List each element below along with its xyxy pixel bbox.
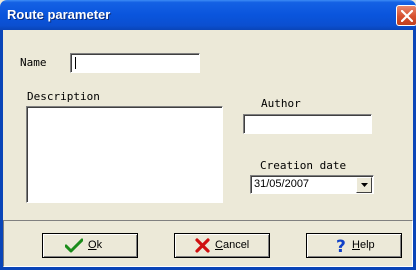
- chevron-down-icon: [361, 183, 368, 187]
- title-bar[interactable]: Route parameter: [0, 0, 416, 30]
- red-x-icon: [195, 238, 210, 253]
- ok-button[interactable]: Ok: [42, 233, 138, 258]
- help-label: Help: [352, 239, 375, 251]
- ok-label: Ok: [88, 239, 103, 251]
- description-label: Description: [27, 90, 100, 103]
- help-button[interactable]: ? Help: [306, 233, 402, 258]
- description-textarea[interactable]: [26, 106, 223, 203]
- creation-date-value: 31/05/2007: [254, 178, 310, 190]
- button-panel: Ok Cancel ? Help: [3, 220, 413, 267]
- name-input[interactable]: [70, 53, 200, 73]
- text-caret: [75, 57, 76, 69]
- green-checkmark-icon: [65, 238, 83, 253]
- blue-question-mark-icon: ?: [336, 237, 346, 253]
- dialog-body: Name Description Author Creation date 31…: [3, 30, 413, 267]
- route-parameter-dialog: Route parameter Name Description Author …: [0, 0, 416, 270]
- creation-date-label: Creation date: [260, 159, 347, 172]
- name-label: Name: [20, 56, 47, 69]
- cancel-button[interactable]: Cancel: [174, 233, 270, 258]
- close-icon: [401, 10, 413, 22]
- author-input[interactable]: [243, 114, 372, 134]
- close-button[interactable]: [396, 5, 416, 26]
- cancel-label: Cancel: [215, 239, 250, 251]
- dropdown-button[interactable]: [356, 177, 372, 193]
- svg-text:?: ?: [336, 237, 346, 253]
- author-label: Author: [261, 97, 301, 110]
- creation-date-select[interactable]: 31/05/2007: [250, 175, 374, 194]
- window-title: Route parameter: [7, 7, 111, 22]
